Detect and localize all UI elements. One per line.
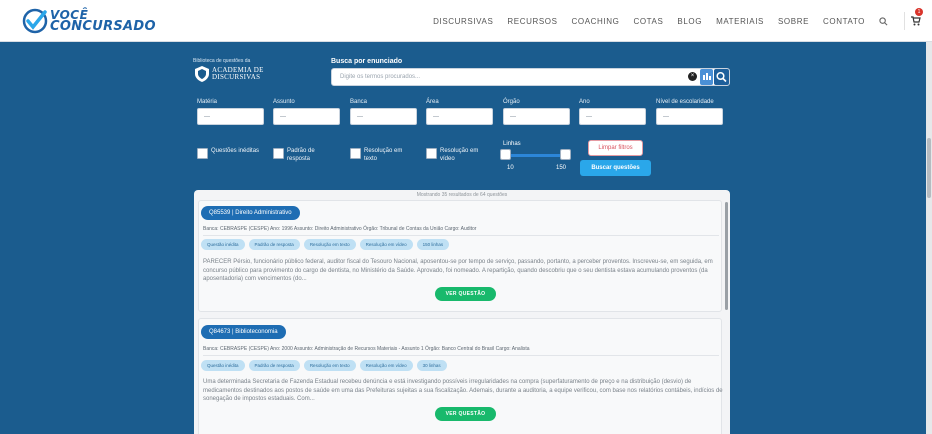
checkbox-padrao-resposta[interactable] xyxy=(273,148,284,159)
checkbox-label-questoes-ineditas: Questões inéditas xyxy=(211,148,260,154)
clear-filters-button[interactable]: Limpar filtros xyxy=(588,140,643,156)
chip-padrao-resposta: Padrão de resposta xyxy=(248,360,300,371)
checkbox-resolucao-texto[interactable] xyxy=(350,148,361,159)
checkbox-questoes-ineditas[interactable] xyxy=(197,148,208,159)
page-scrollbar[interactable] xyxy=(926,42,932,434)
divider xyxy=(203,235,719,236)
filter-assunto-select[interactable] xyxy=(273,108,340,125)
nav-discursivas[interactable]: DISCURSIVAS xyxy=(433,17,493,26)
lines-slider-min-handle[interactable] xyxy=(500,149,511,160)
filter-orgao-select[interactable] xyxy=(503,108,570,125)
search-label: Busca por enunciado xyxy=(331,58,403,65)
question-card: Q84673 | Biblioteconomia Banca: CEBRASPE… xyxy=(198,318,723,434)
results-count: Mostrando 35 resultados de 64 questões xyxy=(416,192,508,198)
question-chips: Questão inédita Padrão de resposta Resol… xyxy=(201,239,453,250)
checkbox-label-resolucao-texto: Resolução em texto xyxy=(364,148,403,162)
nav-contato[interactable]: CONTATO xyxy=(823,17,865,26)
lines-slider-max-handle[interactable] xyxy=(560,149,571,160)
search-input[interactable]: Digite os termos procurados... xyxy=(331,68,730,86)
filter-label-materia: Matéria xyxy=(197,99,218,105)
advanced-search-button[interactable] xyxy=(700,69,713,85)
cart-count-badge: 1 xyxy=(915,8,923,16)
results-scrollbar[interactable] xyxy=(725,202,728,310)
clear-search-icon[interactable]: × xyxy=(688,72,697,81)
main-menu: DISCURSIVAS RECURSOS COACHING COTAS BLOG… xyxy=(419,0,888,42)
library-label: Biblioteca de questões da xyxy=(193,58,251,64)
chip-resolucao-video: Resolução em vídeo xyxy=(359,239,413,250)
nav-sobre[interactable]: SOBRE xyxy=(778,17,809,26)
divider xyxy=(203,355,719,356)
nav-cotas[interactable]: COTAS xyxy=(633,17,663,26)
filter-materia-select[interactable] xyxy=(197,108,264,125)
filter-label-banca: Banca xyxy=(350,99,368,105)
nav-recursos[interactable]: RECURSOS xyxy=(507,17,557,26)
chip-resolucao-texto: Resolução em texto xyxy=(303,360,356,371)
academia-logo: ACADEMIA DE DISCURSIVAS xyxy=(195,66,264,82)
nav-materiais[interactable]: MATERIAIS xyxy=(716,17,764,26)
question-text: Uma determinada Secretaria de Fazenda Es… xyxy=(203,379,723,402)
nav-coaching[interactable]: COACHING xyxy=(572,17,620,26)
view-question-button[interactable]: VER QUESTÃO xyxy=(435,287,496,301)
top-navigation: VOCÊ CONCURSADO DISCURSIVAS RECURSOS COA… xyxy=(0,0,932,42)
chip-resolucao-texto: Resolução em texto xyxy=(303,239,356,250)
question-tag[interactable]: Q85539 | Direito Administrativo xyxy=(201,206,300,220)
logo-line2: CONCURSADO xyxy=(50,19,156,34)
filter-ano-select[interactable] xyxy=(579,108,646,125)
chip-padrao-resposta: Padrão de resposta xyxy=(248,239,300,250)
search-icon[interactable] xyxy=(879,16,888,26)
filter-nivel-select[interactable] xyxy=(656,108,723,125)
lines-slider-max-value: 150 xyxy=(556,165,567,171)
search-placeholder: Digite os termos procurados... xyxy=(340,74,421,80)
chip-linhas: 150 linhas xyxy=(416,239,450,250)
question-meta: Banca: CEBRASPE (CESPE) Ano: 2000 Assunt… xyxy=(203,346,530,352)
cart-button[interactable]: 1 xyxy=(904,8,923,30)
cart-icon xyxy=(911,16,921,26)
question-text: PARECER Pérsio, funcionário público fede… xyxy=(203,259,713,282)
filter-banca-select[interactable] xyxy=(350,108,417,125)
chip-resolucao-video: Resolução em vídeo xyxy=(359,360,413,371)
question-meta: Banca: CEBRASPE (CESPE) Ano: 1996 Assunt… xyxy=(203,226,477,232)
filter-label-orgao: Órgão xyxy=(503,99,520,105)
chip-linhas: 30 linhas xyxy=(416,360,447,371)
check-logo-icon xyxy=(22,8,48,34)
question-chips: Questão inédita Padrão de resposta Resol… xyxy=(201,360,451,371)
chip-questao-inedita: Questão inédita xyxy=(201,239,245,250)
checkbox-resolucao-video[interactable] xyxy=(426,148,437,159)
filter-label-nivel: Nível de escolaridade xyxy=(656,99,714,105)
question-tag[interactable]: Q84673 | Biblioteconomia xyxy=(201,325,286,339)
results-panel: Mostrando 35 resultados de 64 questões Q… xyxy=(194,190,730,434)
lines-slider-min-value: 10 xyxy=(507,165,514,171)
filter-label-area: Área xyxy=(426,99,439,105)
question-card: Q85539 | Direito Administrativo Banca: C… xyxy=(198,200,722,312)
lines-slider-track[interactable] xyxy=(505,154,567,157)
view-question-button[interactable]: VER QUESTÃO xyxy=(435,407,496,421)
checkbox-label-resolucao-video: Resolução em vídeo xyxy=(440,148,479,162)
search-questions-button[interactable]: Buscar questões xyxy=(580,160,651,176)
checkbox-label-padrao-resposta: Padrão de resposta xyxy=(287,148,315,162)
filter-area-select[interactable] xyxy=(426,108,493,125)
nav-blog[interactable]: BLOG xyxy=(677,17,702,26)
shield-icon xyxy=(195,66,209,82)
site-logo[interactable]: VOCÊ CONCURSADO xyxy=(22,6,156,36)
filter-icon xyxy=(703,73,711,80)
lines-slider-label: Linhas xyxy=(503,141,521,147)
search-icon xyxy=(716,71,727,83)
filter-label-ano: Ano xyxy=(579,99,590,105)
page-scrollbar-thumb[interactable] xyxy=(927,138,931,198)
search-submit-button[interactable] xyxy=(714,69,729,85)
chip-questao-inedita: Questão inédita xyxy=(201,360,245,371)
filter-label-assunto: Assunto xyxy=(273,99,295,105)
academia-line2: DISCURSIVAS xyxy=(212,73,261,81)
